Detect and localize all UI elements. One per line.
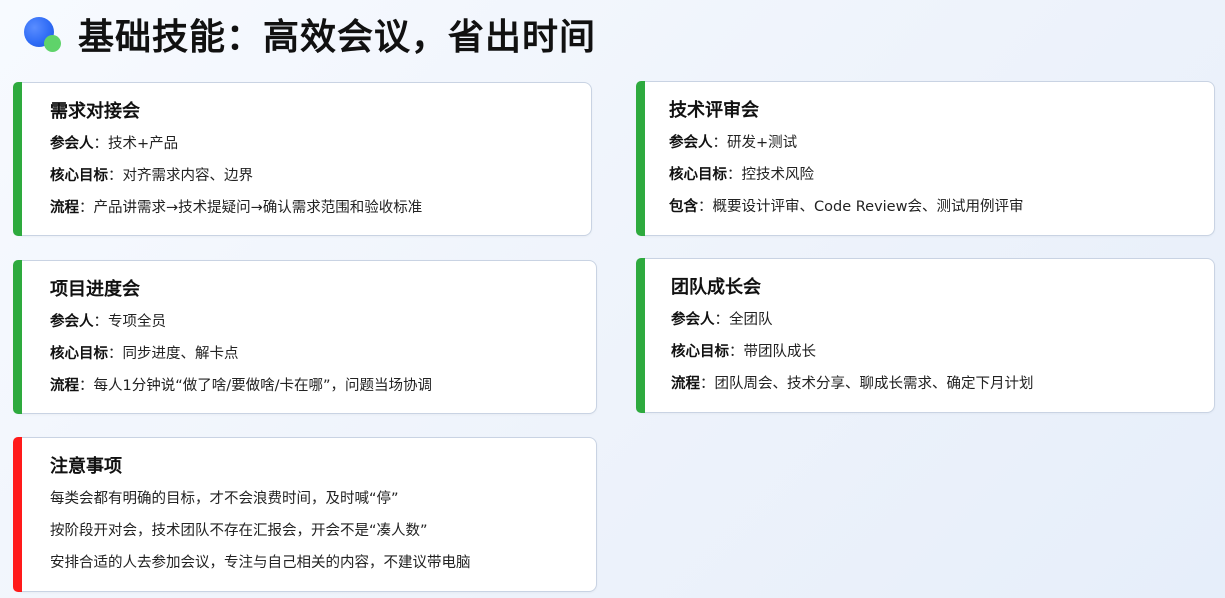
card-title: 注意事项 xyxy=(50,456,122,477)
include-line: 包含：概要设计评审、Code Review会、测试用例评审 xyxy=(669,196,1023,228)
flow-label: 流程 xyxy=(671,376,700,392)
card-team-growth-meeting: 团队成长会 参会人：全团队 核心目标：带团队成长 流程：团队周会、技术分享、聊成… xyxy=(636,258,1215,413)
flow-line: 流程：产品讲需求→技术提疑问→确认需求范围和验收标准 xyxy=(50,197,422,229)
participants-label: 参会人 xyxy=(50,314,94,330)
goal-label: 核心目标 xyxy=(669,167,727,183)
card-notes: 注意事项 每类会都有明确的目标，才不会浪费时间，及时喊“停” 按阶段开对会，技术… xyxy=(13,437,597,592)
card-lines: 参会人：研发+测试 核心目标：控技术风险 包含：概要设计评审、Code Revi… xyxy=(669,132,1023,228)
participants-line: 参会人：专项全员 xyxy=(50,311,432,343)
goal-value: ：同步进度、解卡点 xyxy=(108,346,239,362)
page-title: 基础技能：高效会议，省出时间 xyxy=(78,17,597,58)
accent-bar xyxy=(636,81,645,236)
participants-label: 参会人 xyxy=(50,136,94,152)
list-item: 安排合适的人去参加会议，专注与自己相关的内容，不建议带电脑 xyxy=(50,555,471,571)
card-title: 团队成长会 xyxy=(671,277,761,298)
goal-label: 核心目标 xyxy=(50,346,108,362)
accent-bar xyxy=(13,437,22,592)
accent-bar xyxy=(13,82,22,236)
card-title: 需求对接会 xyxy=(50,101,140,122)
list-item: 每类会都有明确的目标，才不会浪费时间，及时喊“停” xyxy=(50,491,399,507)
participants-value: ：全团队 xyxy=(714,312,773,328)
list-item: 按阶段开对会，技术团队不存在汇报会，开会不是“凑人数” xyxy=(50,523,428,539)
participants-value: ：技术+产品 xyxy=(93,136,179,152)
participants-label: 参会人 xyxy=(669,135,713,151)
flow-value: ：每人1分钟说“做了啥/要做啥/卡在哪”，问题当场协调 xyxy=(79,378,433,394)
card-lines: 参会人：专项全员 核心目标：同步进度、解卡点 流程：每人1分钟说“做了啥/要做啥… xyxy=(50,311,432,407)
card-title: 技术评审会 xyxy=(669,100,759,121)
card-title: 项目进度会 xyxy=(50,279,140,300)
logo-green-dot xyxy=(44,35,61,52)
card-lines: 参会人：技术+产品 核心目标：对齐需求内容、边界 流程：产品讲需求→技术提疑问→… xyxy=(50,133,422,229)
accent-bar xyxy=(636,258,645,413)
participants-value: ：研发+测试 xyxy=(712,135,798,151)
flow-line: 流程：团队周会、技术分享、聊成长需求、确定下月计划 xyxy=(671,373,1034,405)
include-value: ：概要设计评审、Code Review会、测试用例评审 xyxy=(698,199,1024,215)
brand-logo-icon xyxy=(22,13,64,55)
page-header: 基础技能：高效会议，省出时间 xyxy=(22,10,596,58)
participants-line: 参会人：全团队 xyxy=(671,309,1034,341)
flow-label: 流程 xyxy=(50,378,79,394)
notes-list: 每类会都有明确的目标，才不会浪费时间，及时喊“停” 按阶段开对会，技术团队不存在… xyxy=(50,488,471,584)
include-label: 包含 xyxy=(669,199,698,215)
goal-line: 核心目标：带团队成长 xyxy=(671,341,1034,373)
goal-line: 核心目标：控技术风险 xyxy=(669,164,1023,196)
accent-bar xyxy=(13,260,22,414)
flow-label: 流程 xyxy=(50,200,79,216)
participants-value: ：专项全员 xyxy=(93,314,167,330)
card-tech-review-meeting: 技术评审会 参会人：研发+测试 核心目标：控技术风险 包含：概要设计评审、Cod… xyxy=(636,81,1215,236)
participants-line: 参会人：研发+测试 xyxy=(669,132,1023,164)
goal-line: 核心目标：同步进度、解卡点 xyxy=(50,343,432,375)
participants-line: 参会人：技术+产品 xyxy=(50,133,422,165)
participants-label: 参会人 xyxy=(671,312,715,328)
card-progress-meeting: 项目进度会 参会人：专项全员 核心目标：同步进度、解卡点 流程：每人1分钟说“做… xyxy=(13,260,597,414)
card-demand-meeting: 需求对接会 参会人：技术+产品 核心目标：对齐需求内容、边界 流程：产品讲需求→… xyxy=(13,82,592,236)
goal-label: 核心目标 xyxy=(671,344,729,360)
goal-value: ：带团队成长 xyxy=(729,344,816,360)
goal-value: ：对齐需求内容、边界 xyxy=(108,168,253,184)
goal-line: 核心目标：对齐需求内容、边界 xyxy=(50,165,422,197)
flow-value: ：产品讲需求→技术提疑问→确认需求范围和验收标准 xyxy=(79,200,423,216)
flow-value: ：团队周会、技术分享、聊成长需求、确定下月计划 xyxy=(700,376,1034,392)
goal-value: ：控技术风险 xyxy=(727,167,814,183)
flow-line: 流程：每人1分钟说“做了啥/要做啥/卡在哪”，问题当场协调 xyxy=(50,375,432,407)
card-lines: 参会人：全团队 核心目标：带团队成长 流程：团队周会、技术分享、聊成长需求、确定… xyxy=(671,309,1034,405)
goal-label: 核心目标 xyxy=(50,168,108,184)
